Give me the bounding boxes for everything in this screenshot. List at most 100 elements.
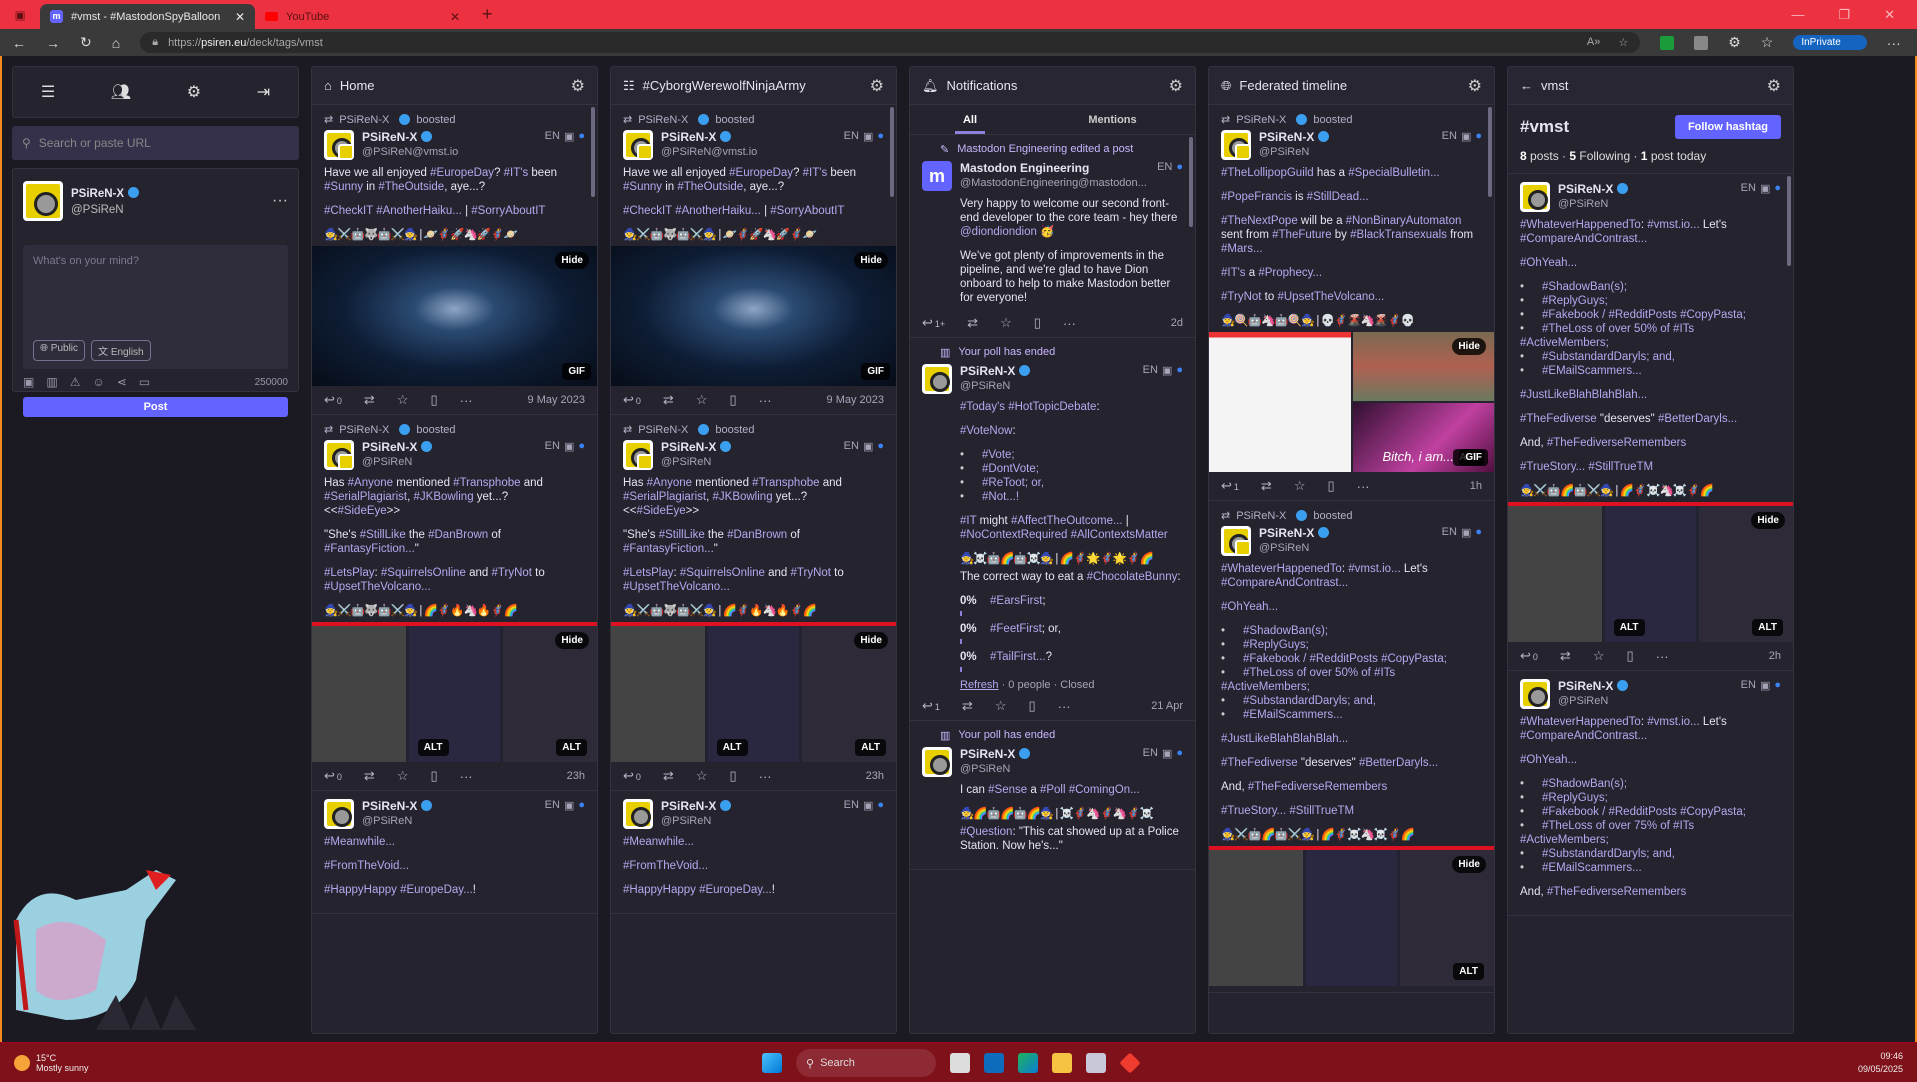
author-handle[interactable]: @PSiReN — [1259, 542, 1329, 554]
boost-button[interactable]: ⇄ — [663, 392, 674, 408]
bookmark-button[interactable]: ▯ — [729, 768, 736, 784]
close-tab-icon[interactable]: ✕ — [450, 10, 460, 24]
home-button[interactable]: ⌂ — [112, 35, 120, 51]
hashtag-link[interactable]: #OhYeah... — [1221, 601, 1278, 613]
author-name[interactable]: PSiReN-X — [362, 440, 433, 454]
scrollbar[interactable] — [890, 107, 894, 197]
bookmark-button[interactable]: ▯ — [1327, 478, 1334, 494]
list-item-text[interactable]: #ReplyGuys; — [1542, 792, 1608, 804]
display-name[interactable]: PSiReN-X — [362, 130, 417, 144]
alt-badge[interactable]: ALT — [1752, 619, 1783, 636]
hashtag-link[interactable]: #VoteNow — [960, 425, 1012, 437]
hashtag-link[interactable]: #StillLike — [360, 529, 406, 541]
visibility-button[interactable]: 🌐︎ Public — [33, 340, 86, 361]
alt-badge[interactable]: ALT — [556, 739, 587, 756]
edge-icon[interactable] — [1018, 1053, 1038, 1073]
language-button[interactable]: 文 English — [91, 340, 151, 361]
hashtag-link[interactable]: #Transphobe — [752, 477, 819, 489]
hashtag-link[interactable]: #UpsetTheVolcano... — [623, 581, 730, 593]
avatar[interactable]: m — [922, 161, 952, 191]
scrollbar[interactable] — [1189, 137, 1193, 227]
taskbar-search[interactable]: ⚲ Search — [796, 1049, 936, 1077]
list-item-text[interactable]: #Fakebook / #RedditPosts #CopyPasta; — [1542, 309, 1746, 321]
url-field[interactable]: 🔒︎ https://psiren.eu/deck/tags/vmst A» ☆ — [140, 32, 1641, 53]
display-name[interactable]: PSiReN-X — [960, 364, 1015, 378]
media-gallery[interactable]: HideALTGIFBitch, i am... — [1209, 332, 1494, 472]
author-name[interactable]: PSiReN-X — [1558, 679, 1629, 693]
author-name[interactable]: PSiReN-X — [1259, 526, 1330, 540]
display-name[interactable]: Mastodon Engineering — [960, 161, 1089, 175]
list-item-text[interactable]: #ReplyGuys; — [1243, 639, 1309, 651]
tab-all[interactable]: All — [955, 105, 985, 134]
author-handle[interactable]: @PSiReN — [960, 763, 1030, 775]
display-name[interactable]: PSiReN-X — [362, 440, 417, 454]
list-item-text[interactable]: #EMailScammers... — [1542, 862, 1642, 874]
boost-button[interactable]: ⇄ — [364, 768, 375, 784]
back-arrow-icon[interactable]: ← — [1520, 78, 1533, 93]
avatar[interactable] — [922, 364, 952, 394]
new-tab-button[interactable]: + — [470, 4, 493, 25]
hashtag-link[interactable]: #LetsPlay — [623, 567, 674, 579]
read-aloud-icon[interactable]: A» — [1587, 36, 1600, 49]
favourite-button[interactable]: ☆ — [397, 392, 409, 408]
hashtag-link[interactable]: #IT's — [504, 167, 529, 179]
hashtag-link[interactable]: #NonBinaryAutomaton — [1346, 215, 1462, 227]
more-button[interactable]: ··· — [1063, 316, 1076, 331]
hashtag-link[interactable]: #EuropeDay... — [400, 884, 473, 896]
hashtag-link[interactable]: #Anyone — [647, 477, 692, 489]
list-item-text[interactable]: #DontVote; — [982, 463, 1039, 475]
hashtag-link[interactable]: #SideEye — [337, 505, 386, 517]
boost-button[interactable]: ⇄ — [962, 698, 973, 714]
hashtag-link[interactable]: #JustLikeBlahBlahBlah... — [1221, 733, 1348, 745]
boost-button[interactable]: ⇄ — [967, 315, 978, 331]
hashtag-link[interactable]: #Meanwhile... — [324, 836, 395, 848]
post-time[interactable]: 1h — [1470, 480, 1482, 492]
display-name[interactable]: PSiReN-X — [661, 130, 716, 144]
hashtag-link[interactable]: #SorryAboutIT — [471, 205, 545, 217]
author-handle[interactable]: @PSiReN — [362, 815, 432, 827]
booster-name[interactable]: PSiReN-X — [638, 114, 688, 126]
boost-button[interactable]: ⇄ — [1560, 648, 1571, 664]
gear-icon[interactable]: ⚙ — [571, 76, 585, 96]
back-button[interactable]: ← — [12, 35, 26, 51]
reply-button[interactable]: ↩ 0 — [623, 392, 641, 408]
hashtag-link[interactable]: #vmst.io... — [1647, 219, 1699, 231]
hashtag-link[interactable]: #DanBrown — [428, 529, 488, 541]
hashtag-link[interactable]: #UpsetTheVolcano... — [324, 581, 431, 593]
hashtag-link[interactable]: #FromTheVoid... — [324, 860, 409, 872]
post-time[interactable]: 2d — [1171, 317, 1183, 329]
avatar[interactable] — [922, 747, 952, 777]
list-item-text[interactable]: #EMailScammers... — [1243, 709, 1343, 721]
hide-badge[interactable]: Hide — [1452, 338, 1486, 355]
bookmark-icon[interactable]: ▭ — [139, 375, 150, 389]
hashtag-link[interactable]: #AffectTheOutcome... — [1011, 515, 1123, 527]
bookmark-button[interactable]: ▯ — [1034, 315, 1041, 331]
people-icon[interactable]: 👥︎ — [111, 82, 131, 102]
poll-icon[interactable]: ▥ — [46, 375, 57, 389]
hashtag-link[interactable]: #ComingOn... — [1069, 784, 1140, 796]
share-icon[interactable]: ⋖ — [117, 375, 127, 389]
list-item-text[interactable]: #Vote; — [982, 449, 1015, 461]
avatar[interactable] — [324, 440, 354, 470]
hashtag-link[interactable]: #Sunny — [324, 181, 363, 193]
follow-hashtag-button[interactable]: Follow hashtag — [1674, 115, 1781, 139]
list-item-text[interactable]: #Not...! — [982, 491, 1019, 503]
hashtag-link[interactable]: #WhateverHappenedTo — [1221, 563, 1342, 575]
avatar[interactable] — [324, 799, 354, 829]
hashtag-link[interactable]: @diondiondion — [960, 226, 1037, 238]
app-icon[interactable] — [950, 1053, 970, 1073]
hide-badge[interactable]: Hide — [1751, 512, 1785, 529]
author-name[interactable]: PSiReN-X — [661, 130, 757, 144]
hashtag-link[interactable]: #WhateverHappenedTo — [1520, 219, 1641, 231]
avatar[interactable] — [623, 130, 653, 160]
hashtag-link[interactable]: #Meanwhile... — [623, 836, 694, 848]
post-time[interactable]: 2h — [1769, 650, 1781, 662]
hashtag-link[interactable]: #HappyHappy — [623, 884, 696, 896]
author-handle[interactable]: @PSiReN — [960, 380, 1030, 392]
avatar[interactable] — [623, 440, 653, 470]
hashtag-link[interactable]: #vmst.io... — [1647, 716, 1699, 728]
hashtag-link[interactable]: #BetterDaryls... — [1658, 413, 1737, 425]
author-handle[interactable]: @PSiReN — [1558, 695, 1628, 707]
booster-name[interactable]: PSiReN-X — [1236, 114, 1286, 126]
favourite-button[interactable]: ☆ — [696, 392, 708, 408]
